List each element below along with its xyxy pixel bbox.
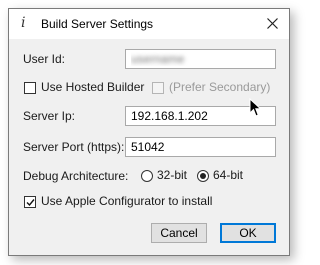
use-hosted-builder-checkbox[interactable] <box>24 82 36 94</box>
build-server-settings-dialog: i Build Server Settings User Id: Use Hos… <box>8 8 290 256</box>
debug-architecture-label: Debug Architecture: <box>23 169 129 183</box>
window-title: Build Server Settings <box>41 17 154 31</box>
radio-64-bit-label: 64-bit <box>213 168 244 182</box>
prefer-secondary-checkbox[interactable] <box>152 82 164 94</box>
server-port-input[interactable] <box>125 137 276 157</box>
mouse-pointer-icon <box>249 98 262 117</box>
title-bar: i Build Server Settings <box>9 9 289 39</box>
ok-button[interactable]: OK <box>220 223 276 243</box>
prefer-secondary-label: (Prefer Secondary) <box>169 80 271 94</box>
radio-selected-dot <box>200 173 206 179</box>
server-port-label: Server Port (https): <box>23 140 125 154</box>
apple-configurator-checkbox[interactable] <box>24 196 36 208</box>
radio-64-bit[interactable] <box>197 170 209 182</box>
server-ip-label: Server Ip: <box>23 109 76 123</box>
apple-configurator-label: Use Apple Configurator to install <box>41 194 213 208</box>
user-id-input[interactable] <box>125 49 276 69</box>
info-app-icon: i <box>21 15 26 31</box>
use-hosted-builder-label: Use Hosted Builder <box>41 80 145 94</box>
radio-32-bit-label: 32-bit <box>157 168 188 182</box>
close-icon <box>267 18 278 29</box>
cancel-button[interactable]: Cancel <box>151 223 207 243</box>
user-id-label: User Id: <box>23 52 66 66</box>
checkmark-icon <box>26 199 35 207</box>
radio-32-bit[interactable] <box>141 170 153 182</box>
close-button[interactable] <box>257 9 289 39</box>
